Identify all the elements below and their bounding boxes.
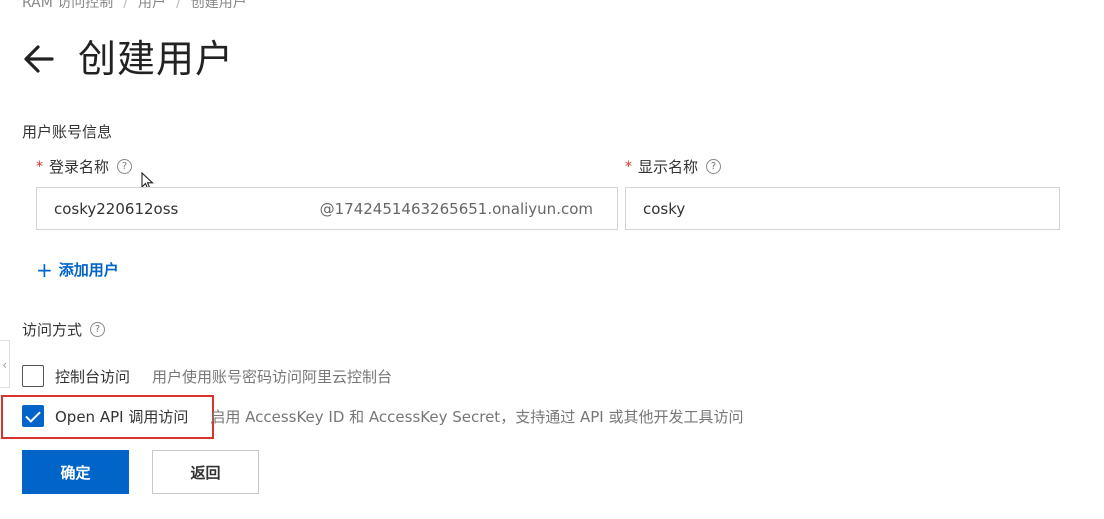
question-circle-icon[interactable]: ?	[90, 322, 106, 337]
console-access-checkbox[interactable]	[22, 365, 44, 387]
display-name-label-text: 显示名称	[638, 158, 699, 176]
access-method-title: 访问方式 ?	[22, 319, 106, 340]
open-api-access-description: 启用 AccessKey ID 和 AccessKey Secret，支持通过 …	[210, 407, 744, 426]
breadcrumb-item-ram[interactable]: RAM 访问控制	[22, 0, 113, 8]
add-user-label: 添加用户	[58, 261, 119, 279]
chevron-left-icon[interactable]: ‹	[0, 340, 10, 388]
display-name-input[interactable]: cosky	[625, 187, 1060, 230]
console-access-label[interactable]: 控制台访问	[55, 366, 130, 387]
login-name-label-text: 登录名称	[49, 158, 110, 176]
confirm-button[interactable]: 确定	[22, 450, 129, 494]
breadcrumb: RAM 访问控制 / 用户 / 创建用户	[22, 0, 247, 8]
back-button[interactable]: 返回	[152, 450, 259, 494]
required-mark: *	[36, 158, 43, 175]
required-mark: *	[625, 158, 632, 175]
create-user-page: RAM 访问控制 / 用户 / 创建用户 创建用户 用户账号信息 * 登录名称 ? * …	[0, 0, 1104, 519]
console-access-description: 用户使用账号密码访问阿里云控制台	[152, 367, 393, 386]
breadcrumb-item-users[interactable]: 用户	[138, 0, 166, 8]
access-method-title-text: 访问方式	[22, 321, 83, 339]
add-user-button[interactable]: + 添加用户	[36, 259, 119, 280]
login-name-value: cosky220612oss	[54, 199, 179, 218]
plus-icon: +	[36, 257, 53, 282]
question-circle-icon[interactable]: ?	[706, 159, 722, 174]
breadcrumb-separator: /	[123, 0, 128, 8]
breadcrumb-item-create-user: 创建用户	[190, 0, 247, 8]
account-section-title: 用户账号信息	[22, 123, 113, 141]
question-circle-icon[interactable]: ?	[117, 159, 133, 174]
arrow-left-icon[interactable]	[22, 42, 56, 76]
open-api-access-option[interactable]: Open API 调用访问 启用 AccessKey ID 和 AccessKe…	[22, 405, 743, 427]
open-api-access-checkbox[interactable]	[22, 405, 44, 427]
login-name-label: * 登录名称 ?	[36, 156, 133, 177]
open-api-access-label[interactable]: Open API 调用访问	[55, 406, 188, 427]
console-access-option[interactable]: 控制台访问 用户使用账号密码访问阿里云控制台	[22, 365, 392, 387]
display-name-label: * 显示名称 ?	[625, 156, 722, 177]
display-name-value: cosky	[643, 199, 686, 218]
login-name-input[interactable]: cosky220612oss @1742451463265651.onaliyu…	[36, 187, 618, 230]
page-title: 创建用户	[78, 37, 235, 81]
login-name-domain-suffix: @1742451463265651.onaliyun.com	[319, 199, 593, 218]
breadcrumb-separator: /	[176, 0, 181, 8]
